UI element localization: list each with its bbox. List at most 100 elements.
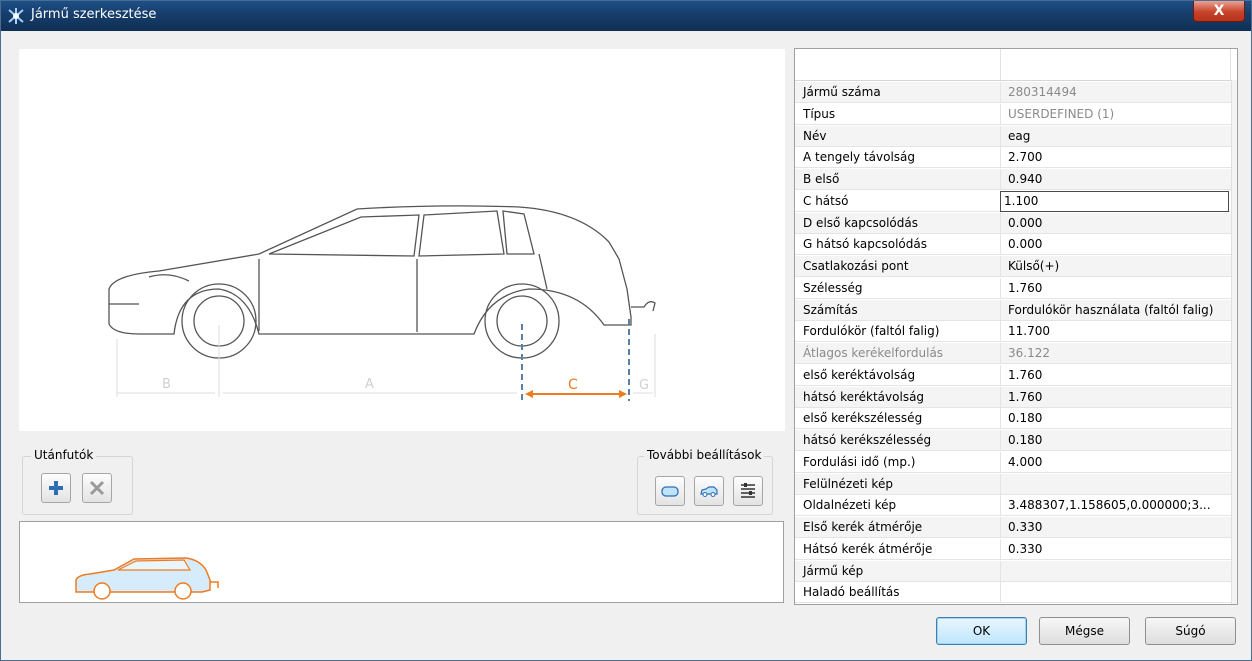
property-name: Első kerék átmérője (803, 520, 923, 534)
property-value[interactable]: 0.000 (1008, 237, 1228, 251)
property-name: D első kapcsolódás (803, 215, 918, 230)
property-value[interactable]: USERDEFINED (1) (1008, 107, 1228, 121)
ok-button[interactable]: OK (936, 617, 1027, 645)
grid-header (795, 49, 1237, 81)
property-value[interactable]: 1.760 (1008, 368, 1228, 382)
property-name: Név (803, 128, 827, 143)
cancel-button[interactable]: Mégse (1039, 617, 1130, 645)
property-row[interactable]: első keréktávolság 1.760 (795, 364, 1231, 386)
dimension-c-label: C (568, 377, 578, 393)
property-row[interactable]: A tengely távolság 2.700 (795, 147, 1231, 169)
property-row[interactable]: B első 0.940 (795, 169, 1231, 190)
dimension-a-label: A (365, 377, 374, 392)
property-value[interactable]: 36.122 (1008, 346, 1228, 360)
property-value[interactable]: 2.700 (1008, 150, 1228, 164)
close-icon (89, 480, 105, 496)
property-value[interactable]: 0.180 (1008, 411, 1228, 425)
grid-scrollbar[interactable] (1231, 80, 1237, 604)
property-row[interactable]: G hátsó kapcsolódás 0.000 (795, 234, 1231, 256)
property-name: Jármű kép (803, 563, 864, 578)
property-row[interactable]: Jármű kép (795, 560, 1231, 582)
property-name: első keréktávolság (803, 367, 916, 382)
car-windows (268, 210, 535, 257)
vehicle-side-diagram: B A C G (19, 49, 785, 431)
property-name: hátsó keréktávolság (803, 389, 925, 404)
remove-trailer-button[interactable] (82, 473, 112, 503)
property-name: első kerékszélesség (803, 411, 923, 426)
property-value-input[interactable]: 1.100 (1000, 190, 1229, 212)
vehicle-thumbnail-icon (75, 557, 219, 600)
settings-list-icon (741, 483, 755, 498)
property-row[interactable]: Átlagos kerékelfordulás 36.122 (795, 343, 1231, 364)
property-value[interactable]: 1.760 (1008, 281, 1228, 295)
dimension-g-label: G (639, 378, 649, 393)
property-value[interactable]: 0.330 (1008, 520, 1228, 534)
property-row[interactable]: Típus USERDEFINED (1) (795, 103, 1231, 125)
advanced-settings-button[interactable] (733, 476, 763, 506)
property-name: A tengely távolság (803, 150, 916, 165)
property-row[interactable]: hátsó keréktávolság 1.760 (795, 386, 1231, 408)
property-name: C hátsó (803, 193, 849, 208)
property-row[interactable]: Fordulási idő (mp.) 4.000 (795, 451, 1231, 473)
more-settings-group-label: További beállítások (644, 448, 765, 462)
property-row[interactable]: Első kerék átmérője 0.330 (795, 517, 1231, 538)
property-value[interactable]: 0.000 (1008, 216, 1228, 230)
property-row[interactable]: Név eag (795, 125, 1231, 147)
property-name: Átlagos kerékelfordulás (803, 346, 944, 360)
property-name: Csatlakozási pont (803, 259, 909, 273)
property-name: Fordulókör (faltól falig) (803, 324, 940, 339)
property-value[interactable]: 0.330 (1008, 542, 1228, 556)
add-trailer-button[interactable] (41, 473, 71, 503)
property-row[interactable]: Hátsó kerék átmérője 0.330 (795, 538, 1231, 560)
property-value[interactable]: 4.000 (1008, 455, 1228, 469)
property-name: Hátsó kerék átmérője (803, 541, 933, 556)
property-name: Jármű száma (803, 85, 881, 99)
property-row[interactable]: Felülnézeti kép (795, 473, 1231, 495)
property-row[interactable]: Számítás Fordulókör használata (faltól fa… (795, 299, 1231, 321)
property-name: Számítás (803, 302, 858, 317)
property-value[interactable]: Fordulókör használata (faltól falig) (1008, 303, 1228, 317)
property-name: Haladó beállítás (803, 585, 900, 600)
top-view-button[interactable] (655, 476, 685, 506)
trailers-group: Utánfutók (22, 448, 133, 515)
property-row[interactable]: hátsó kerékszélesség 0.180 (795, 430, 1231, 451)
property-value[interactable]: 280314494 (1008, 85, 1228, 99)
property-row[interactable]: Haladó beállítás (795, 582, 1231, 604)
trailers-group-label: Utánfutók (31, 448, 97, 462)
property-row[interactable]: Oldalnézeti kép 3.488307,1.158605,0.00000… (795, 495, 1231, 517)
car-side-view-icon (700, 486, 718, 497)
close-button[interactable]: X (1193, 1, 1245, 22)
property-row[interactable]: Csatlakozási pont Külső(+) (795, 256, 1231, 277)
property-row[interactable]: D első kapcsolódás 0.000 (795, 212, 1231, 234)
property-name: hátsó kerékszélesség (803, 433, 932, 447)
property-row[interactable]: Szélesség 1.760 (795, 277, 1231, 299)
property-value[interactable]: 0.180 (1008, 433, 1228, 447)
property-name: G hátsó kapcsolódás (803, 237, 927, 252)
property-row[interactable]: C hátsó 1.100 (795, 190, 1231, 212)
property-row[interactable]: Jármű száma 280314494 (795, 82, 1231, 103)
property-value[interactable]: 0.940 (1008, 172, 1228, 186)
car-body-outline (108, 205, 632, 335)
property-value[interactable]: Külső(+) (1008, 259, 1228, 273)
property-name: B első (803, 172, 840, 186)
plus-icon (49, 481, 63, 495)
property-grid[interactable]: Jármű száma 280314494 Típus USERDEFINED (1)… (794, 48, 1238, 605)
help-button[interactable]: Súgó (1145, 617, 1236, 645)
property-value: 1.100 (1004, 193, 1039, 208)
side-view-button[interactable] (694, 476, 724, 506)
property-row[interactable]: Fordulókör (faltól falig) 11.700 (795, 321, 1231, 343)
vehicle-edit-dialog: Jármű szerkesztése X B A C G Utánfutók T… (0, 0, 1252, 661)
window-title: Jármű szerkesztése (31, 7, 157, 22)
property-name: Szélesség (803, 280, 863, 295)
trailer-list[interactable] (19, 521, 784, 603)
property-value[interactable]: eag (1008, 129, 1228, 143)
car-top-view-icon (661, 486, 679, 497)
property-name: Típus (803, 106, 836, 121)
property-value[interactable]: 1.760 (1008, 390, 1228, 404)
property-row[interactable]: első kerékszélesség 0.180 (795, 408, 1231, 430)
property-name: Fordulási idő (mp.) (803, 454, 916, 469)
app-icon (8, 8, 24, 24)
title-bar: Jármű szerkesztése X (1, 1, 1251, 31)
property-value[interactable]: 11.700 (1008, 324, 1228, 338)
property-value[interactable]: 3.488307,1.158605,0.000000;3... (1008, 498, 1228, 512)
